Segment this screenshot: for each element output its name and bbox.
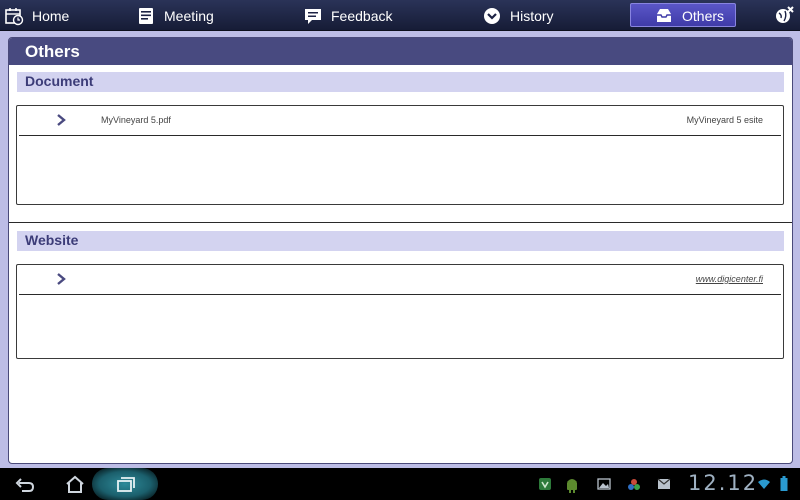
tab-others-label: Others: [682, 7, 725, 24]
back-icon[interactable]: [12, 472, 38, 496]
status-clock: 12.12: [688, 471, 759, 495]
panel-header: Others: [9, 38, 792, 65]
section-website-title: Website: [25, 232, 79, 248]
tab-others[interactable]: Others: [654, 0, 724, 31]
website-row[interactable]: www.digicenter.fi: [19, 265, 781, 295]
android-icon: [565, 477, 579, 493]
tab-meeting-label: Meeting: [164, 7, 214, 24]
section-divider: [9, 222, 792, 223]
document-row[interactable]: MyVineyard 5.pdf MyVineyard 5 esite: [19, 106, 781, 136]
document-description: MyVineyard 5 esite: [686, 115, 763, 125]
chevron-circle-icon: [482, 6, 502, 26]
image-icon: [597, 477, 611, 491]
top-nav-bar: Home Meeting Feedback History Others: [0, 0, 800, 31]
section-document-title: Document: [25, 73, 94, 89]
system-bar: 12.12: [0, 468, 800, 500]
battery-icon: [780, 476, 794, 491]
document-list: MyVineyard 5.pdf MyVineyard 5 esite: [16, 105, 784, 205]
chevron-right-icon: [55, 113, 67, 127]
document-file-name: MyVineyard 5.pdf: [101, 115, 171, 125]
tab-meeting[interactable]: Meeting: [136, 0, 214, 31]
main-frame: Others Document MyVineyard 5.pdf MyViney…: [0, 31, 800, 468]
wifi-icon: [757, 477, 771, 491]
sync-icon: [626, 477, 640, 491]
globe-close-icon[interactable]: [771, 3, 797, 27]
calendar-clock-icon: [4, 6, 24, 26]
website-list: www.digicenter.fi: [16, 264, 784, 359]
notebook-icon: [136, 6, 156, 26]
speech-bubble-icon: [303, 6, 323, 26]
chevron-right-icon: [55, 272, 67, 286]
tab-feedback-label: Feedback: [331, 7, 393, 24]
tab-history[interactable]: History: [482, 0, 554, 31]
home-icon[interactable]: [62, 472, 88, 496]
mail-icon: [657, 477, 671, 491]
page-title: Others: [25, 42, 80, 61]
tab-home[interactable]: Home: [4, 0, 69, 31]
tab-feedback[interactable]: Feedback: [303, 0, 392, 31]
others-panel: Others Document MyVineyard 5.pdf MyViney…: [8, 37, 793, 464]
website-link[interactable]: www.digicenter.fi: [696, 274, 763, 284]
section-document-header: Document: [17, 72, 784, 92]
recent-apps-icon[interactable]: [112, 472, 138, 496]
tab-home-label: Home: [32, 7, 70, 24]
section-website-header: Website: [17, 231, 784, 251]
inbox-tray-icon: [654, 6, 674, 26]
shield-icon: [538, 477, 552, 491]
tab-history-label: History: [510, 7, 554, 24]
